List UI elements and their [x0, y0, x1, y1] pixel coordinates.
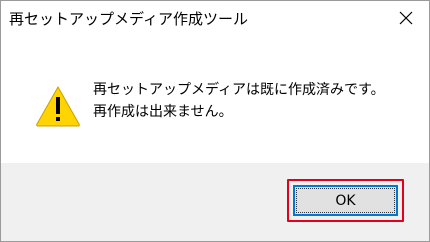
- dialog-window: 再セットアップメディア作成ツール 再セットアップメディアは既に作成済みです。 再…: [0, 0, 430, 242]
- message-text: 再セットアップメディアは既に作成済みです。 再作成は出来ません。: [93, 79, 385, 123]
- highlight-box: OK: [287, 179, 404, 222]
- message-area: 再セットアップメディアは既に作成済みです。 再作成は出来ません。: [1, 35, 429, 163]
- message-line-1: 再セットアップメディアは既に作成済みです。: [93, 82, 385, 98]
- button-bar: OK: [1, 163, 429, 241]
- close-button[interactable]: [383, 1, 429, 35]
- warning-icon: [36, 85, 80, 127]
- window-title: 再セットアップメディア作成ツール: [9, 10, 248, 28]
- ok-button[interactable]: OK: [293, 185, 398, 216]
- ok-button-label: OK: [296, 188, 395, 213]
- message-line-2: 再作成は出来ません。: [93, 104, 233, 120]
- close-icon: [399, 11, 413, 25]
- title-bar: 再セットアップメディア作成ツール: [1, 1, 429, 35]
